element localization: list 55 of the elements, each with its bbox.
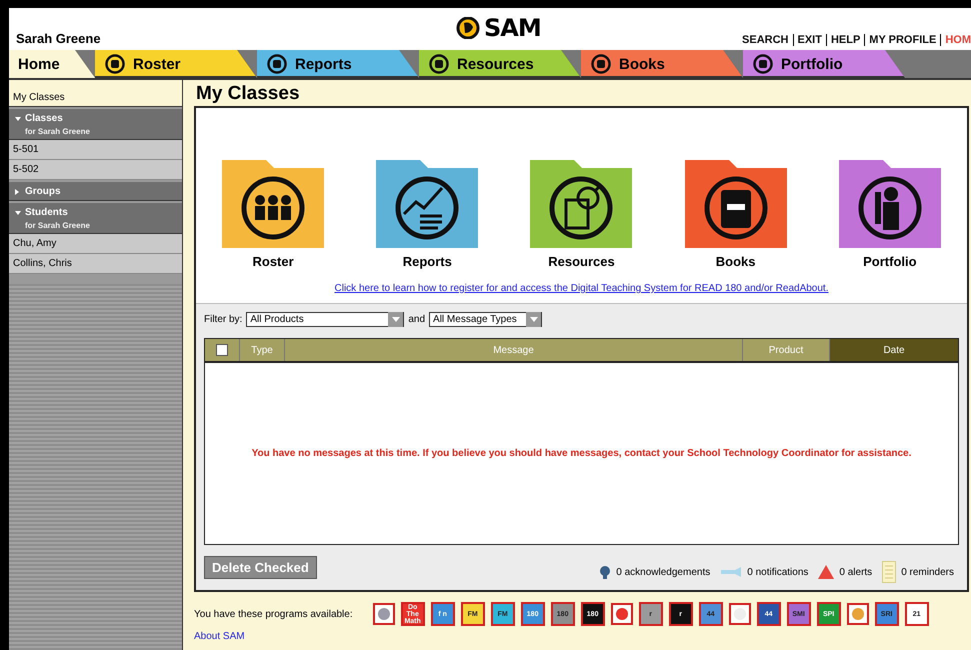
face-icon xyxy=(456,17,482,39)
nav-link[interactable]: SEARCH xyxy=(738,34,792,46)
nav-tab[interactable]: Roster xyxy=(95,50,257,78)
nav-tab[interactable]: Portfolio xyxy=(743,50,905,78)
nav-tab[interactable]: Reports xyxy=(257,50,419,78)
sidebar-item[interactable]: Collins, Chris xyxy=(9,254,182,274)
sidebar-item[interactable]: Chu, Amy xyxy=(9,234,182,254)
note-icon xyxy=(882,561,896,583)
folder-link[interactable]: Portfolio xyxy=(820,154,960,269)
column-header[interactable]: Date xyxy=(830,339,958,361)
nav-tab[interactable]: Resources xyxy=(419,50,581,78)
notification-icon xyxy=(720,566,742,578)
count-text: 0 notifications xyxy=(747,566,808,578)
emblem-icon xyxy=(267,54,287,74)
emblem-icon xyxy=(753,54,773,74)
section-header[interactable]: Students for Sarah Greene xyxy=(9,201,182,234)
folder-link[interactable]: Books xyxy=(666,154,806,269)
programs-label: You have these programs available: xyxy=(194,608,353,620)
folder-link[interactable]: Resources xyxy=(511,154,652,269)
joiner-text: and xyxy=(408,314,426,325)
program-icon[interactable] xyxy=(372,603,395,625)
section-header[interactable]: Groups xyxy=(9,180,182,201)
help-link[interactable]: Click here to learn how to register for and access the Digital Teaching System for READ 180 and/or ReadAbout. xyxy=(334,283,828,294)
nav-link[interactable]: HOM xyxy=(940,34,971,46)
message-type-dropdown[interactable]: All Message Types xyxy=(429,312,542,327)
page-title: My Classes xyxy=(195,82,301,106)
emblem-icon xyxy=(429,54,449,74)
section-header[interactable]: Classes for Sarah Greene xyxy=(9,107,182,140)
program-icon[interactable] xyxy=(728,603,751,625)
nav-tab[interactable]: Books xyxy=(581,50,743,78)
count-text: 0 reminders xyxy=(901,566,954,578)
emblem-icon xyxy=(105,54,125,74)
warning-icon xyxy=(818,565,834,579)
folder-link[interactable]: Reports xyxy=(357,154,498,269)
select-all-checkbox[interactable] xyxy=(216,344,228,356)
nav-link[interactable]: MY PROFILE xyxy=(864,34,940,46)
program-icon[interactable] xyxy=(610,603,633,625)
product-dropdown[interactable]: All Products xyxy=(246,312,404,327)
nav-link[interactable]: EXIT xyxy=(792,34,826,46)
count-text: 0 alerts xyxy=(839,566,872,578)
program-icon[interactable] xyxy=(846,603,869,625)
user-name: Sarah Greene xyxy=(16,31,101,46)
filter-label: Filter by: xyxy=(204,314,242,325)
about-link[interactable]: About SAM xyxy=(194,631,969,642)
count-text: 0 acknowledgements xyxy=(616,566,710,578)
breadcrumb: My Classes xyxy=(12,91,66,105)
pin-icon xyxy=(599,565,612,579)
empty-message: You have no messages at this time. If you believe you should have messages, contact your School Technology Coordinator for assistance. xyxy=(252,448,912,459)
sidebar-item[interactable]: 5-502 xyxy=(9,160,182,180)
nav-tab[interactable]: Home xyxy=(9,50,95,78)
sam-logo: SAM xyxy=(456,14,541,42)
folder-link[interactable]: Roster xyxy=(203,154,344,269)
nav-link[interactable]: HELP xyxy=(826,34,864,46)
sidebar-item[interactable]: 5-501 xyxy=(9,140,182,160)
emblem-icon xyxy=(591,54,611,74)
